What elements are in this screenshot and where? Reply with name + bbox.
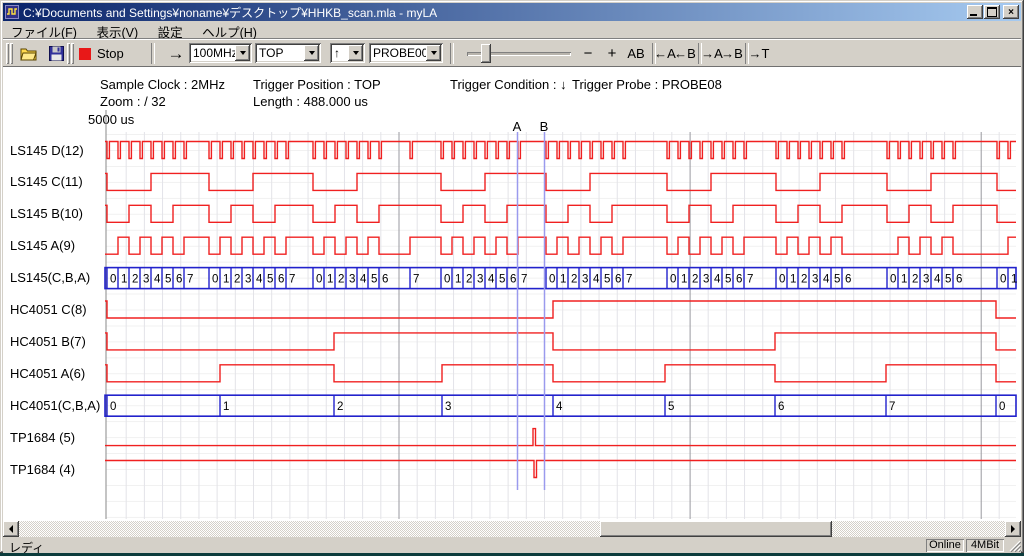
svg-text:2: 2: [692, 274, 698, 286]
svg-text:1: 1: [681, 274, 687, 286]
svg-text:7: 7: [521, 274, 527, 286]
svg-text:6: 6: [510, 274, 516, 286]
svg-text:1: 1: [121, 274, 127, 286]
scrollbar-thumb[interactable]: [600, 521, 832, 537]
svg-text:7: 7: [289, 274, 295, 286]
svg-text:0: 0: [999, 401, 1005, 413]
app-window: C:¥Documents and Settings¥noname¥デスクトップ¥…: [0, 0, 1024, 553]
svg-text:5: 5: [165, 274, 171, 286]
svg-text:4: 4: [556, 401, 563, 413]
svg-text:4: 4: [823, 274, 830, 286]
horizontal-scrollbar[interactable]: [3, 521, 1021, 537]
scroll-left-button[interactable]: [3, 521, 19, 537]
svg-text:3: 3: [245, 274, 251, 286]
svg-text:0: 0: [110, 274, 116, 286]
svg-text:3: 3: [582, 274, 588, 286]
svg-text:2: 2: [132, 274, 138, 286]
svg-text:6: 6: [956, 274, 962, 286]
svg-text:5: 5: [371, 274, 377, 286]
svg-text:4: 4: [593, 274, 600, 286]
svg-text:4: 4: [360, 274, 367, 286]
status-online-badge: Online: [926, 539, 964, 552]
svg-text:5: 5: [668, 401, 674, 413]
svg-text:5: 5: [499, 274, 505, 286]
svg-text:0: 0: [549, 274, 555, 286]
svg-text:5: 5: [267, 274, 273, 286]
svg-text:3: 3: [812, 274, 818, 286]
svg-text:6: 6: [736, 274, 742, 286]
svg-text:7: 7: [413, 274, 419, 286]
svg-text:2: 2: [801, 274, 807, 286]
svg-text:4: 4: [714, 274, 721, 286]
svg-text:6: 6: [845, 274, 851, 286]
status-memory-badge: 4MBit: [966, 539, 1004, 552]
svg-text:3: 3: [445, 401, 451, 413]
svg-text:7: 7: [747, 274, 753, 286]
arrow-right-icon: [1011, 525, 1015, 533]
svg-text:7: 7: [187, 274, 193, 286]
arrow-left-icon: [9, 525, 13, 533]
svg-text:2: 2: [338, 274, 344, 286]
svg-text:5: 5: [834, 274, 840, 286]
svg-text:2: 2: [912, 274, 918, 286]
svg-text:0: 0: [670, 274, 676, 286]
svg-text:1: 1: [327, 274, 333, 286]
svg-text:2: 2: [466, 274, 472, 286]
svg-text:5: 5: [604, 274, 610, 286]
svg-text:0: 0: [110, 401, 116, 413]
resize-grip[interactable]: [1008, 539, 1021, 552]
svg-text:4: 4: [154, 274, 161, 286]
svg-text:4: 4: [934, 274, 941, 286]
svg-text:3: 3: [703, 274, 709, 286]
svg-text:0: 0: [890, 274, 896, 286]
svg-text:4: 4: [488, 274, 495, 286]
svg-text:1: 1: [901, 274, 907, 286]
svg-text:1: 1: [223, 274, 229, 286]
svg-text:0: 0: [779, 274, 785, 286]
svg-text:0: 0: [212, 274, 218, 286]
svg-text:2: 2: [571, 274, 577, 286]
svg-text:7: 7: [889, 401, 895, 413]
status-ready-text: レディ: [9, 539, 44, 556]
svg-text:5: 5: [945, 274, 951, 286]
svg-text:6: 6: [778, 401, 784, 413]
svg-text:6: 6: [176, 274, 182, 286]
svg-text:0: 0: [444, 274, 450, 286]
svg-text:6: 6: [382, 274, 388, 286]
svg-text:0: 0: [316, 274, 322, 286]
svg-text:3: 3: [349, 274, 355, 286]
scroll-right-button[interactable]: [1005, 521, 1021, 537]
svg-text:2: 2: [337, 401, 343, 413]
svg-text:6: 6: [615, 274, 621, 286]
svg-text:0: 0: [1000, 274, 1006, 286]
svg-text:1: 1: [455, 274, 461, 286]
svg-text:1: 1: [1011, 274, 1017, 286]
svg-text:2: 2: [234, 274, 240, 286]
svg-text:1: 1: [790, 274, 796, 286]
waveform-plot[interactable]: 0123456701234567012345670123456701234567…: [0, 0, 1024, 556]
svg-text:6: 6: [278, 274, 284, 286]
svg-text:7: 7: [626, 274, 632, 286]
svg-text:4: 4: [256, 274, 263, 286]
svg-text:3: 3: [477, 274, 483, 286]
svg-text:3: 3: [923, 274, 929, 286]
svg-text:3: 3: [143, 274, 149, 286]
svg-text:1: 1: [223, 401, 229, 413]
status-bar: レディ Online 4MBit: [3, 538, 1021, 553]
svg-text:1: 1: [560, 274, 566, 286]
svg-text:5: 5: [725, 274, 731, 286]
